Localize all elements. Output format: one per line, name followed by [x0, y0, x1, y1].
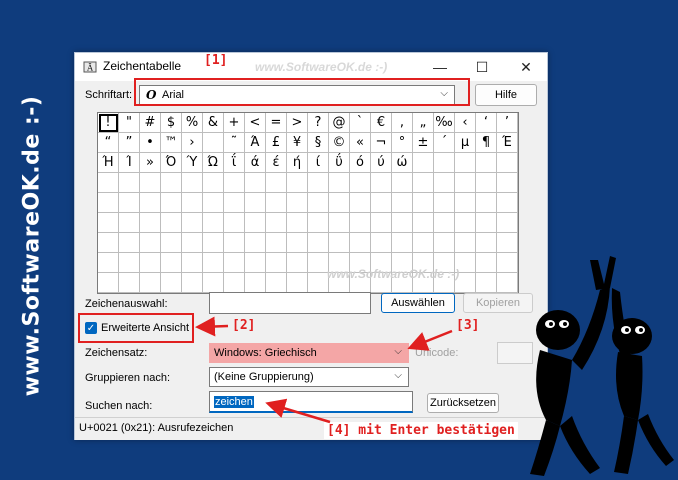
arrow-to-advanced-view: [195, 316, 229, 337]
arrow-to-search: [265, 398, 331, 424]
high-five-figures-illustration: [530, 256, 674, 476]
arrow-to-charset: [407, 329, 453, 351]
